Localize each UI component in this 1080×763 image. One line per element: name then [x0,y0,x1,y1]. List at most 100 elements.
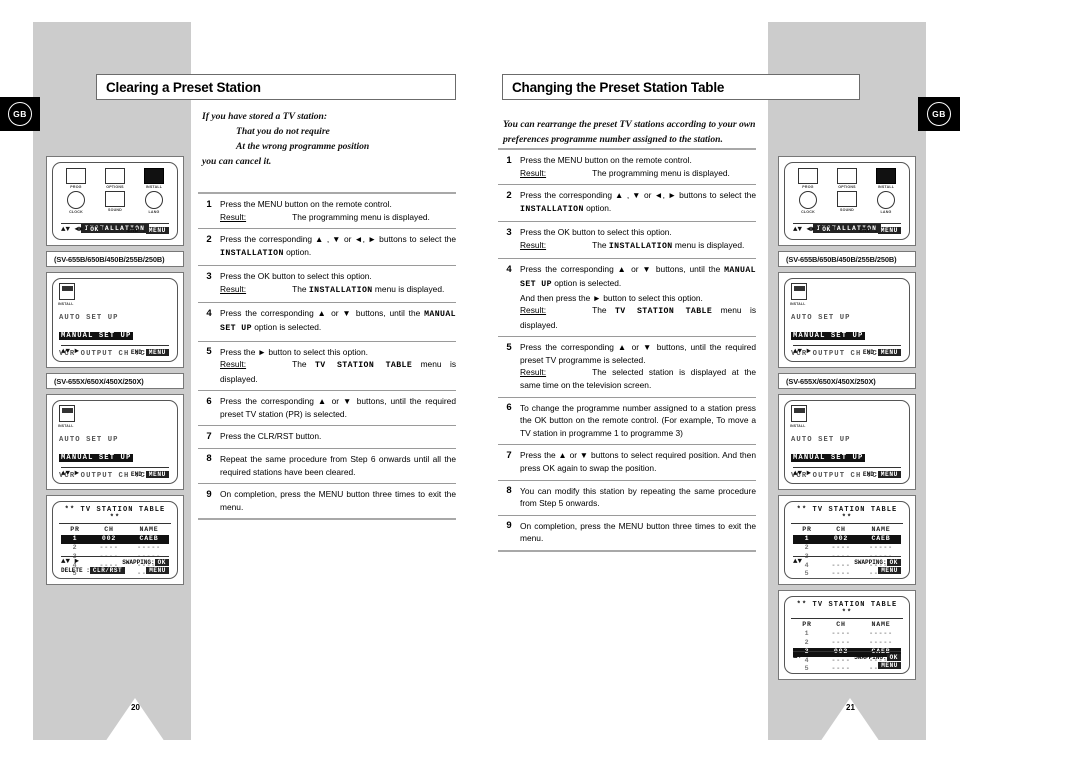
delete-label: DELETE : [61,567,90,574]
menu-option[interactable]: AUTO SET UP [59,314,119,322]
step-text: Press the CLR/RST button. [220,431,322,442]
menu-key[interactable]: MENU [145,470,169,478]
menu-option[interactable]: MANUAL SET UP [791,332,866,340]
step-number: 2 [506,189,512,201]
left-step-list: 1 Press the MENU button on the remote con… [198,192,456,521]
step-result-label: Result: [520,239,547,250]
menu-option[interactable]: AUTO SET UP [791,314,851,322]
lang-icon[interactable]: LANG [141,191,167,214]
nav-arrows: ▲▼ ► [61,470,80,478]
step-number: 4 [506,263,512,275]
step-text: Press the corresponding ▲ or ▼ buttons, … [220,308,456,334]
table-row[interactable]: 2 ---- ----- [61,544,169,553]
clock-icon[interactable]: CLOCK [63,191,89,214]
cell-name: ----- [869,543,893,551]
osd-screen-installation-menu: INSTALL AUTO SET UP MANUAL SET UP VCR OUTPU… [46,272,184,368]
table-row[interactable]: 1 ---- ----- [793,630,901,639]
menu-key[interactable]: MENU [878,567,901,574]
ok-key[interactable]: OK [87,226,102,233]
install-icon[interactable]: INSTALL [873,168,899,189]
table-row[interactable]: 2 ---- ----- [793,639,901,648]
left-screen-stack: PROG OPTIONS INSTALL CLOCK SOUND LANG INSTALLA… [46,156,184,590]
left-intro-line1: If you have stored a TV station: [202,111,328,122]
swapping-label: SWAPPING: [854,653,887,661]
step-rule [198,518,456,521]
ok-key[interactable]: OK [886,558,901,566]
gb-badge-right: GB [918,97,960,131]
step-number: 6 [206,395,212,407]
left-section-title-box: Clearing a Preset Station [96,74,456,100]
nav-arrows: ▲▼ ► [61,348,80,356]
step-item: 5 Press the ► button to select this optio… [198,342,456,391]
cell-ch: ---- [831,638,851,646]
prog-icon[interactable]: PROG [795,168,821,189]
install-icon[interactable]: INSTALL [141,168,167,189]
menu-key[interactable]: MENU [877,470,901,478]
cell-name: ----- [137,543,161,551]
install-icon [791,405,807,422]
menu-option[interactable]: AUTO SET UP [59,436,119,444]
menu-option[interactable]: MANUAL SET UP [59,454,134,462]
clr-rst-key[interactable]: CLR/RST [89,567,126,574]
sound-icon[interactable]: SOUND [834,191,860,214]
options-icon[interactable]: OPTIONS [102,168,128,189]
lang-icon[interactable]: LANG [873,191,899,214]
clock-icon[interactable]: CLOCK [795,191,821,214]
nav-arrows: ▲▼ [793,558,803,566]
swapping-label: SWAPPING: [854,558,887,566]
menu-key[interactable]: MENU [877,226,901,234]
step-item: 1 Press the MENU button on the remote con… [198,194,456,228]
icon-caption: SOUND [108,208,122,212]
model-label: (SV-655B/650B/450B/255B/250B) [46,251,184,267]
nav-arrows: ▲▼ ► [61,558,80,566]
step-text: Press the MENU button on the remote cont… [220,199,392,209]
table-row[interactable]: 2 ---- ----- [793,544,901,553]
end-label: END : [127,226,146,234]
osd-footer: ▲▼ ► END: MENU [61,345,169,356]
install-icon [59,405,75,422]
menu-key[interactable]: MENU [145,226,169,234]
options-icon[interactable]: OPTIONS [834,168,860,189]
step-text: Press the corresponding ▲ , ▼ or ◄, ► bu… [520,190,756,214]
step-result: Result: The TV STATION TABLE menu is disp… [220,359,457,384]
menu-option[interactable]: AUTO SET UP [791,436,851,444]
step-result: Result: The INSTALLATION menu is displaye… [220,283,445,295]
menu-key[interactable]: MENU [146,567,169,574]
step-number: 1 [506,154,512,166]
model-label: (SV-655B/650B/450B/255B/250B) [778,251,916,267]
osd-screen-installation-menu: INSTALL AUTO SET UP MANUAL SET UP VCR OUTPU… [778,394,916,490]
cell-ch: ---- [831,543,851,551]
ok-key[interactable]: OK [819,226,834,233]
osd-footer: ▲▼ ◄► OK END : MENU [61,223,169,234]
nav-arrows: ▲▼ ◄► [61,226,84,234]
osd-screen-installation-menu: INSTALL AUTO SET UP MANUAL SET UP VCR OUTPU… [778,272,916,368]
icon-caption: INSTALL [145,185,163,189]
ok-key[interactable]: OK [886,653,901,661]
icon-caption: PROG [70,185,82,189]
table-row[interactable]: 1 002 CAEB [61,534,169,544]
osd-screen-installation-menu: INSTALL AUTO SET UP MANUAL SET UP VCR OUTPU… [46,394,184,490]
icon-caption: PROG [802,185,814,189]
right-screen-stack: PROG OPTIONS INSTALL CLOCK SOUND LANG INSTALLA… [778,156,916,685]
end-label: END: [862,348,878,356]
sound-icon[interactable]: SOUND [102,191,128,214]
prog-icon[interactable]: PROG [63,168,89,189]
icon-caption: CLOCK [69,210,83,214]
table-row[interactable]: 1 002 CAEB [793,534,901,544]
table-title: ** TV STATION TABLE ** [791,506,903,524]
ok-key[interactable]: OK [154,558,169,566]
step-mono-term: INSTALLATION [520,204,584,214]
install-icon [59,283,75,300]
menu-key[interactable]: MENU [145,348,169,356]
step-text: Press the corresponding ▲ or ▼ buttons, … [220,396,456,419]
right-step-list: 1 Press the MENU button on the remote con… [498,148,756,553]
menu-option[interactable]: MANUAL SET UP [59,332,134,340]
menu-key[interactable]: MENU [877,348,901,356]
osd-footer: ▲▼ ► END: MENU [61,467,169,478]
step-item: 5 Press the corresponding ▲ or ▼ buttons,… [498,337,756,396]
step-result: Result: The selected station is displayed… [520,367,756,390]
step-number: 1 [206,198,212,210]
menu-key[interactable]: MENU [878,662,901,669]
install-icon [791,283,807,300]
menu-option[interactable]: MANUAL SET UP [791,454,866,462]
